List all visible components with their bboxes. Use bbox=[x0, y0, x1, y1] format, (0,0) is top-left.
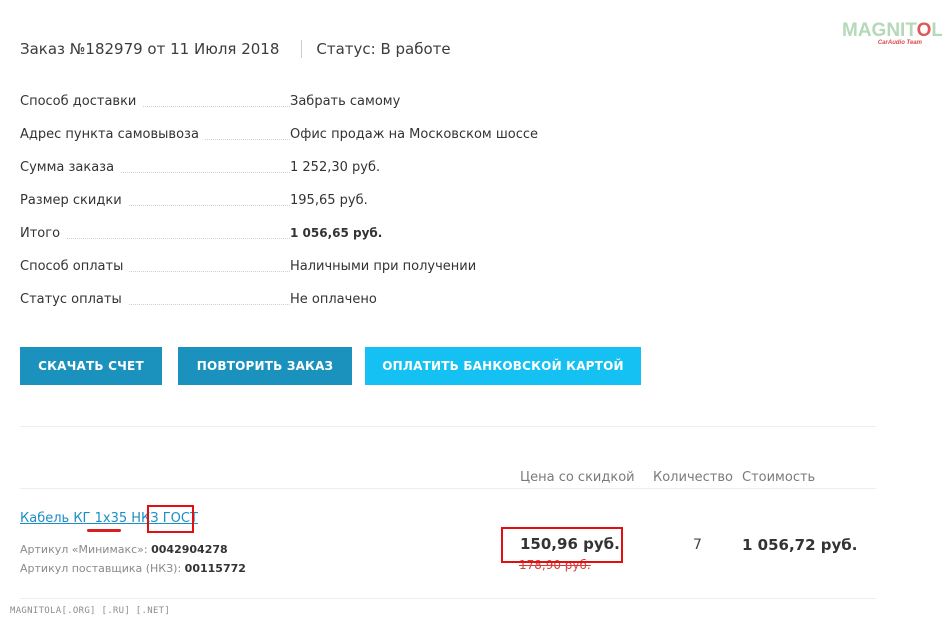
info-label: Способ доставки bbox=[20, 94, 143, 109]
supplier-article-label: Артикул поставщика (НКЗ): bbox=[20, 562, 182, 575]
info-row-order-sum: Сумма заказа 1 252,30 руб. bbox=[20, 160, 620, 193]
article-supplier: Артикул поставщика (НКЗ): 00115772 bbox=[20, 562, 246, 575]
info-label: Размер скидки bbox=[20, 193, 128, 208]
article-minimax: Артикул «Минимакс»: 0042904278 bbox=[20, 543, 228, 556]
info-label: Сумма заказа bbox=[20, 160, 121, 175]
divider bbox=[20, 488, 876, 489]
watermark-logo: MAGNITOLA CarAudio Team bbox=[842, 20, 942, 52]
info-value: Забрать самому bbox=[290, 94, 401, 109]
info-row-payment-method: Способ оплаты Наличными при получении bbox=[20, 259, 620, 292]
info-row-delivery: Способ доставки Забрать самому bbox=[20, 94, 620, 127]
info-row-discount: Размер скидки 195,65 руб. bbox=[20, 193, 620, 226]
logo-text-part: LA bbox=[931, 20, 942, 41]
info-value: 1 252,30 руб. bbox=[290, 160, 381, 175]
info-row-pickup-address: Адрес пункта самовывоза Офис продаж на М… bbox=[20, 127, 620, 160]
logo-o-letter: O bbox=[916, 20, 932, 41]
col-header-quantity: Количество bbox=[653, 470, 733, 485]
info-value-total: 1 056,65 руб. bbox=[290, 226, 383, 240]
col-header-price: Цена со скидкой bbox=[520, 470, 635, 485]
product-quantity: 7 bbox=[693, 537, 702, 553]
product-name[interactable]: Кабель КГ 1х35 НКЗ bbox=[20, 511, 159, 526]
order-info-table: Способ доставки Забрать самому Адрес пун… bbox=[20, 94, 620, 325]
article-label: Артикул «Минимакс»: bbox=[20, 543, 148, 556]
logo-text: MAGNITOLA bbox=[842, 20, 942, 42]
order-status: Статус: В работе bbox=[316, 40, 451, 58]
info-row-payment-status: Статус оплаты Не оплачено bbox=[20, 292, 620, 325]
annotation-box-gost bbox=[147, 505, 194, 533]
divider bbox=[20, 598, 876, 599]
divider bbox=[20, 426, 876, 427]
annotation-underline bbox=[87, 529, 121, 532]
info-value: Не оплачено bbox=[290, 292, 377, 307]
annotation-box-price bbox=[501, 527, 623, 563]
info-label: Итого bbox=[20, 226, 67, 241]
info-row-total: Итого 1 056,65 руб. bbox=[20, 226, 620, 259]
info-value: Офис продаж на Московском шоссе bbox=[290, 127, 538, 142]
col-header-cost: Стоимость bbox=[742, 470, 816, 485]
article-value: 0042904278 bbox=[151, 543, 228, 556]
info-value: Наличными при получении bbox=[290, 259, 477, 274]
product-cost: 1 056,72 руб. bbox=[742, 536, 858, 554]
watermark-footer: MAGNITOLA[.ORG] [.RU] [.NET] bbox=[10, 606, 171, 616]
logo-subtext: CarAudio Team bbox=[877, 40, 922, 46]
logo-text-part: MAGNIT bbox=[842, 20, 917, 41]
order-header: Заказ №182979 от 11 Июля 2018 Статус: В … bbox=[20, 38, 451, 60]
header-divider bbox=[301, 40, 303, 58]
download-invoice-button[interactable]: СКАЧАТЬ СЧЕТ bbox=[20, 347, 162, 385]
info-value: 195,65 руб. bbox=[290, 193, 368, 208]
info-label: Адрес пункта самовывоза bbox=[20, 127, 205, 142]
supplier-article-value: 00115772 bbox=[184, 562, 246, 575]
order-title: Заказ №182979 от 11 Июля 2018 bbox=[20, 40, 280, 58]
repeat-order-button[interactable]: ПОВТОРИТЬ ЗАКАЗ bbox=[178, 347, 352, 385]
info-label: Способ оплаты bbox=[20, 259, 130, 274]
pay-by-card-button[interactable]: ОПЛАТИТЬ БАНКОВСКОЙ КАРТОЙ bbox=[365, 347, 641, 385]
info-label: Статус оплаты bbox=[20, 292, 128, 307]
